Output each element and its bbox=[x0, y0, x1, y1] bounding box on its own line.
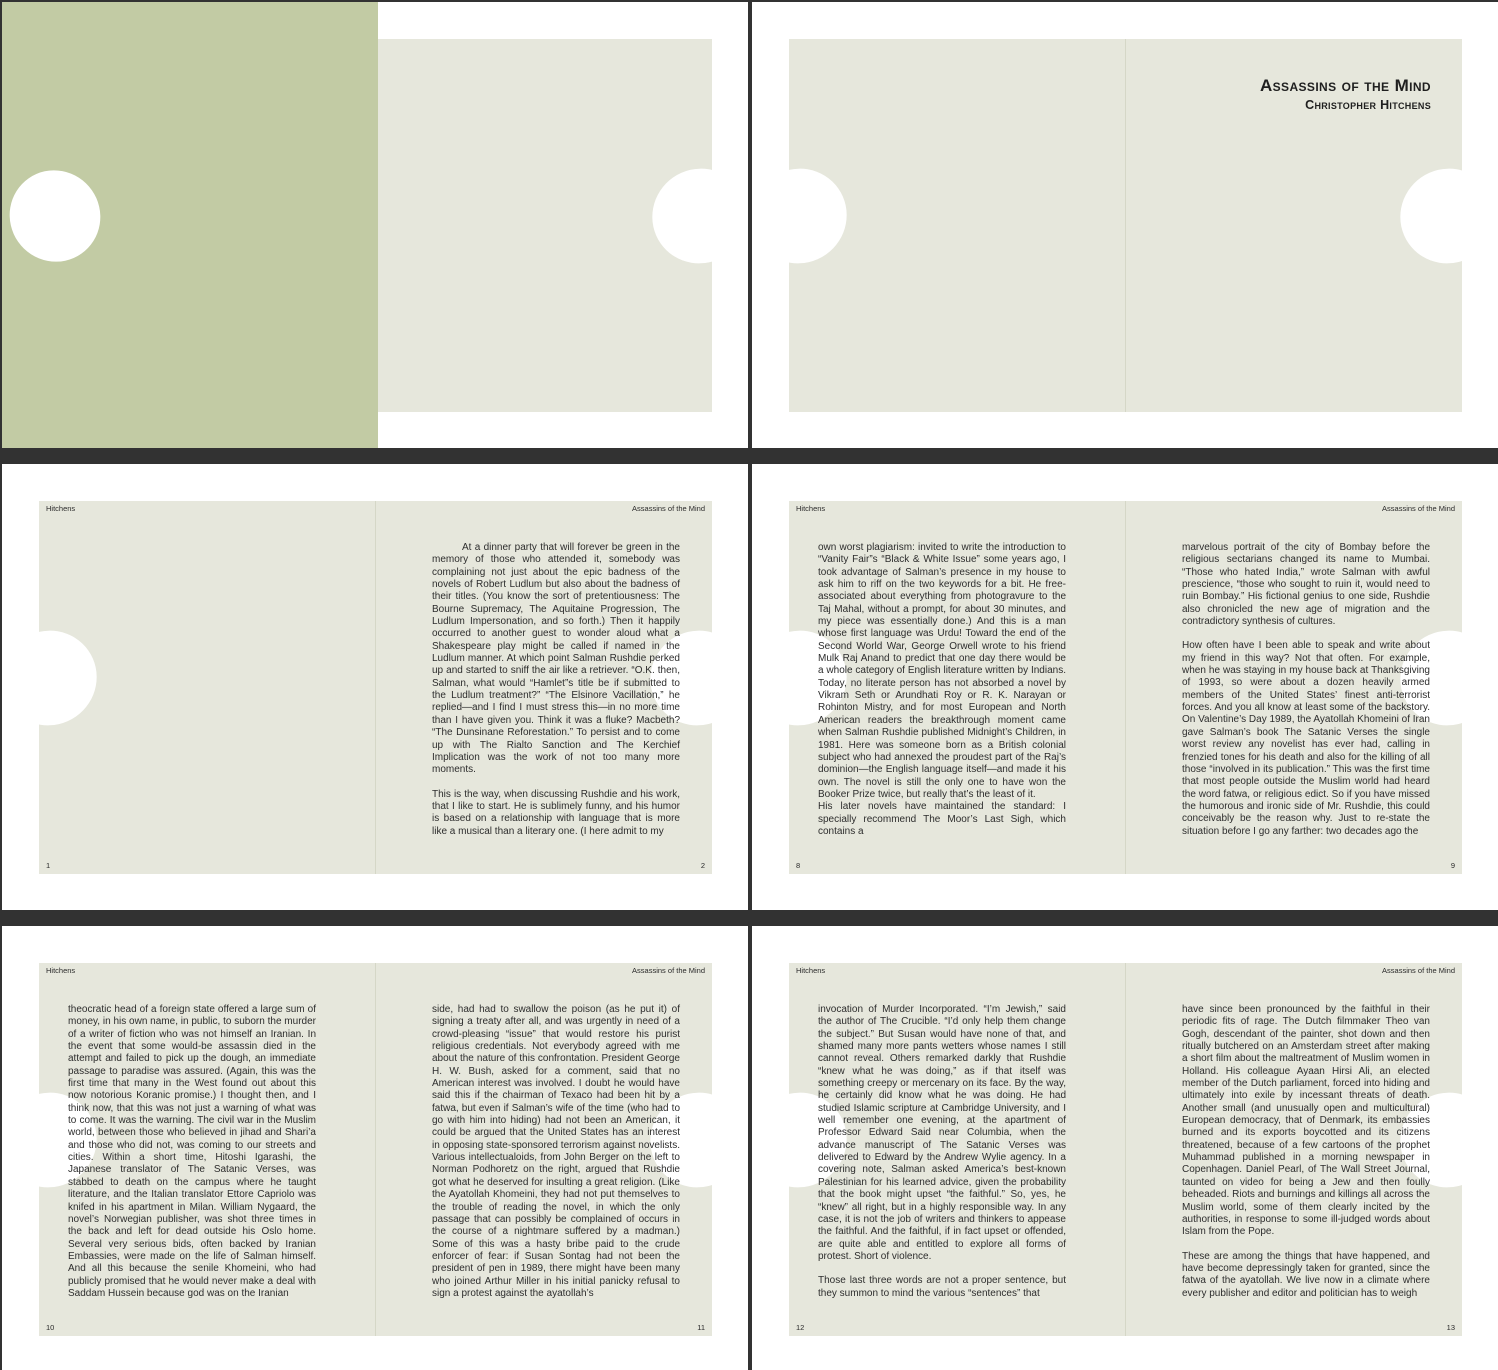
paragraph: This is the way, when discussing Rushdie… bbox=[432, 788, 680, 837]
spread-pages-10-11: Hitchens Assassins of the Mind theocrati… bbox=[2, 926, 748, 1370]
title-spread-pages: Assassins of the Mind Christopher Hitche… bbox=[789, 39, 1462, 412]
spread-pages-8-9: Hitchens Assassins of the Mind own worst… bbox=[752, 464, 1498, 910]
oval-shape bbox=[789, 149, 866, 283]
book-title: Assassins of the Mind bbox=[1259, 76, 1431, 95]
running-head-left: Hitchens bbox=[46, 966, 76, 975]
gutter-line bbox=[1125, 963, 1126, 1336]
paragraph: At a dinner party that will forever be g… bbox=[432, 542, 680, 776]
page-number-left: 8 bbox=[796, 861, 801, 870]
page-number-right: 9 bbox=[1450, 861, 1455, 870]
page-number-left: 12 bbox=[796, 1323, 805, 1332]
page-number-left: 1 bbox=[46, 861, 51, 870]
body-text-left: invocation of Murder Incorporated. “I’m … bbox=[818, 1004, 1066, 1300]
page-number-right: 11 bbox=[697, 1323, 705, 1332]
inside-cover-page bbox=[378, 39, 712, 412]
paragraph: have since been pronounced by the faithf… bbox=[1182, 1004, 1430, 1238]
gutter-line bbox=[375, 963, 376, 1336]
spread-pages: Hitchens Assassins of the Mind theocrati… bbox=[39, 963, 712, 1336]
title-block: Assassins of the Mind Christopher Hitche… bbox=[1260, 76, 1431, 112]
spread-pages: Hitchens Assassins of the Mind At a dinn… bbox=[39, 501, 712, 874]
oval-shape bbox=[1381, 149, 1462, 283]
page-number-right: 13 bbox=[1446, 1323, 1455, 1332]
gutter-line bbox=[1125, 39, 1126, 412]
body-text-right: At a dinner party that will forever be g… bbox=[432, 542, 680, 838]
running-head-left: Hitchens bbox=[796, 504, 826, 513]
gutter-line bbox=[1125, 501, 1126, 874]
paragraph: side, had had to swallow the poison (as … bbox=[432, 1004, 680, 1299]
paragraph: invocation of Murder Incorporated. “I’m … bbox=[818, 1004, 1066, 1262]
gutter-line bbox=[375, 501, 376, 874]
page-number-left: 10 bbox=[46, 1323, 55, 1332]
book-author: Christopher Hitchens bbox=[1305, 98, 1431, 112]
paragraph: His later novels have maintained the sta… bbox=[818, 801, 1066, 837]
running-head-left: Hitchens bbox=[796, 966, 826, 975]
oval-shape bbox=[633, 149, 712, 283]
spread-pages-1-2: Hitchens Assassins of the Mind At a dinn… bbox=[2, 464, 748, 910]
body-text-right: side, had had to swallow the poison (as … bbox=[432, 1004, 680, 1300]
paragraph: theocratic head of a foreign state offer… bbox=[68, 1004, 316, 1299]
body-text-right: have since been pronounced by the faithf… bbox=[1182, 1004, 1430, 1300]
oval-shape bbox=[39, 611, 116, 745]
running-head-left: Hitchens bbox=[46, 504, 76, 513]
spread-title: Assassins of the Mind Christopher Hitche… bbox=[752, 2, 1498, 448]
paragraph: How often have I been able to speak and … bbox=[1182, 640, 1430, 837]
running-head-right: Assassins of the Mind bbox=[1382, 966, 1455, 975]
running-head-right: Assassins of the Mind bbox=[632, 966, 705, 975]
spread-pages: Hitchens Assassins of the Mind invocatio… bbox=[789, 963, 1462, 1336]
paragraph: These are among the things that have hap… bbox=[1182, 1250, 1430, 1299]
spread-pages-12-13: Hitchens Assassins of the Mind invocatio… bbox=[752, 926, 1498, 1370]
paragraph: Those last three words are not a proper … bbox=[818, 1275, 1066, 1299]
body-text-left: theocratic head of a foreign state offer… bbox=[68, 1004, 316, 1300]
paragraph: marvelous portrait of the city of Bombay… bbox=[1182, 542, 1430, 628]
cover-oval-shape bbox=[2, 152, 119, 280]
page-number-right: 2 bbox=[700, 861, 705, 870]
body-text-left: own worst plagiarism: invited to write t… bbox=[818, 542, 1066, 838]
running-head-right: Assassins of the Mind bbox=[632, 504, 705, 513]
body-text-right: marvelous portrait of the city of Bombay… bbox=[1182, 542, 1430, 838]
spread-cover bbox=[2, 2, 748, 448]
paragraph: own worst plagiarism: invited to write t… bbox=[818, 542, 1066, 800]
spread-pages: Hitchens Assassins of the Mind own worst… bbox=[789, 501, 1462, 874]
running-head-right: Assassins of the Mind bbox=[1382, 504, 1455, 513]
cover-panel bbox=[2, 2, 378, 448]
